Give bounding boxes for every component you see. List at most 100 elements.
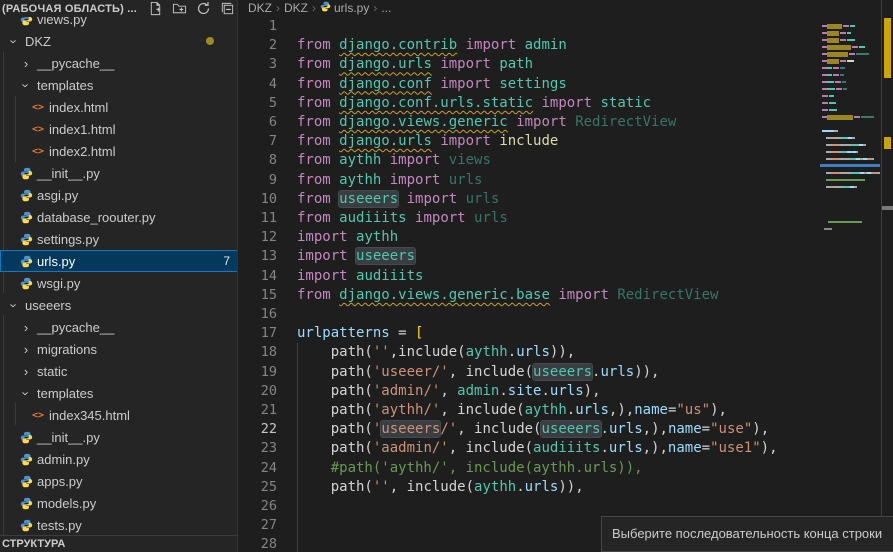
tree-item-index2-html[interactable]: <>index2.html xyxy=(0,140,238,162)
minimap-active-line xyxy=(820,164,880,167)
python-file-icon xyxy=(18,167,34,180)
breadcrumb-label: ... xyxy=(381,1,391,15)
chevron-right-icon: › xyxy=(18,56,34,71)
tree-item--pycache-[interactable]: ›__pycache__ xyxy=(0,316,238,338)
code-text: from aythh import urls xyxy=(297,171,482,190)
tree-item-label: index.html xyxy=(49,100,108,115)
code-line-7[interactable]: 7from django.urls import include xyxy=(239,132,820,151)
outline-label: СТРУКТУРА xyxy=(2,538,65,550)
code-line-4[interactable]: 4from django.conf import settings xyxy=(239,75,820,94)
code-line-5[interactable]: 5from django.conf.urls.static import sta… xyxy=(239,94,820,113)
tree-item-database-roouter-py[interactable]: database_roouter.py xyxy=(0,206,238,228)
line-number: 8 xyxy=(239,151,277,170)
tree-item-useeers[interactable]: ›useeers xyxy=(0,294,238,316)
breadcrumb-item[interactable]: DKZ xyxy=(284,1,308,15)
tree-item-tests-py[interactable]: tests.py xyxy=(0,514,238,536)
minimap-line xyxy=(822,107,880,114)
breadcrumb-label: DKZ xyxy=(248,1,272,15)
tree-item-templates[interactable]: ›templates xyxy=(0,382,238,404)
line-number: 9 xyxy=(239,171,277,190)
explorer-section-header: (РАБОЧАЯ ОБЛАСТЬ) ... xyxy=(0,0,238,17)
line-number: 19 xyxy=(239,363,277,382)
minimap-line xyxy=(822,177,880,184)
breadcrumb-item[interactable]: urls.py xyxy=(320,1,369,15)
code-line-15[interactable]: 15from django.views.generic.base import … xyxy=(239,286,820,305)
code-text: from django.urls import path xyxy=(297,55,533,74)
minimap-line xyxy=(822,44,880,51)
code-text: path('useeer/', include(useeers.urls)), xyxy=(297,363,660,382)
tree-item-label: templates xyxy=(37,386,93,401)
code-text: from useeers import urls xyxy=(297,190,499,209)
code-line-1[interactable]: 1 xyxy=(239,17,820,36)
minimap-line xyxy=(822,30,880,37)
tree-item--init-py[interactable]: __init__.py xyxy=(0,162,238,184)
code-line-8[interactable]: 8from aythh import views xyxy=(239,151,820,170)
line-number: 16 xyxy=(239,305,277,324)
code-text: path('aadmin/', include(audiiits.urls,),… xyxy=(297,439,778,458)
code-line-9[interactable]: 9 from aythh import urls xyxy=(239,171,820,190)
tree-item-label: models.py xyxy=(37,496,96,511)
code-line-13[interactable]: 13import useeers xyxy=(239,247,820,266)
code-line-25[interactable]: 25 path('', include(aythh.urls)), xyxy=(239,478,820,497)
python-file-icon xyxy=(18,189,34,202)
code-line-2[interactable]: 2from django.contrib import admin xyxy=(239,36,820,55)
tree-item--pycache-[interactable]: ›__pycache__ xyxy=(0,52,238,74)
code-line-17[interactable]: 17urlpatterns = [ xyxy=(239,324,820,343)
code-line-6[interactable]: 6from django.views.generic import Redire… xyxy=(239,113,820,132)
code-line-10[interactable]: 10from useeers import urls xyxy=(239,190,820,209)
code-text: path('useeers/', include(useeers.urls,),… xyxy=(297,420,769,439)
code-line-11[interactable]: 11from audiiits import urls xyxy=(239,209,820,228)
code-line-26[interactable]: 26 xyxy=(239,497,820,516)
python-file-icon xyxy=(18,277,34,290)
breadcrumb-item[interactable]: ... xyxy=(381,1,391,15)
tree-item-label: templates xyxy=(37,78,93,93)
code-line-21[interactable]: 21 path('aythh/', include(aythh.urls,),n… xyxy=(239,401,820,420)
tree-item-label: index2.html xyxy=(49,144,115,159)
tree-item-templates[interactable]: ›templates xyxy=(0,74,238,96)
line-number: 17 xyxy=(239,324,277,343)
tree-item-asgi-py[interactable]: asgi.py xyxy=(0,184,238,206)
tree-item-urls-py[interactable]: urls.py7 xyxy=(0,250,238,272)
collapse-all-icon[interactable] xyxy=(219,1,236,17)
chevron-down-icon: › xyxy=(19,385,34,401)
tree-item-apps-py[interactable]: apps.py xyxy=(0,470,238,492)
outline-section-header[interactable]: СТРУКТУРА xyxy=(0,535,238,552)
minimap-line xyxy=(822,156,880,163)
tree-item-index1-html[interactable]: <>index1.html xyxy=(0,118,238,140)
tree-item-label: __init__.py xyxy=(37,430,100,445)
new-folder-icon[interactable] xyxy=(171,1,188,17)
new-file-icon[interactable] xyxy=(147,1,164,17)
code-area[interactable]: 12from django.contrib import admin3from … xyxy=(239,17,820,552)
code-line-23[interactable]: 23 path('aadmin/', include(audiiits.urls… xyxy=(239,439,820,458)
tree-item-index345-html[interactable]: <>index345.html xyxy=(0,404,238,426)
tree-item-settings-py[interactable]: settings.py xyxy=(0,228,238,250)
overview-ruler[interactable] xyxy=(882,0,893,552)
tree-item--init-py[interactable]: __init__.py xyxy=(0,426,238,448)
tree-item-label: tests.py xyxy=(37,518,82,533)
tree-item-dkz[interactable]: ›DKZ xyxy=(0,30,238,52)
code-line-24[interactable]: 24 #path('aythh/', include(aythh.urls)), xyxy=(239,459,820,478)
code-line-14[interactable]: 14import audiiits xyxy=(239,267,820,286)
tree-item-migrations[interactable]: ›migrations xyxy=(0,338,238,360)
code-line-19[interactable]: 19 path('useeer/', include(useeers.urls)… xyxy=(239,363,820,382)
code-line-3[interactable]: 3from django.urls import path xyxy=(239,55,820,74)
code-line-22[interactable]: 22 path('useeers/', include(useeers.urls… xyxy=(239,420,820,439)
tree-item-wsgi-py[interactable]: wsgi.py xyxy=(0,272,238,294)
code-text: from django.conf import settings xyxy=(297,75,567,94)
tree-item-label: settings.py xyxy=(37,232,99,247)
tree-item-admin-py[interactable]: admin.py xyxy=(0,448,238,470)
tree-item-label: useeers xyxy=(25,298,71,313)
tree-item-label: DKZ xyxy=(25,34,51,49)
tree-item-index-html[interactable]: <>index.html xyxy=(0,96,238,118)
code-line-20[interactable]: 20 path('admin/', admin.site.urls), xyxy=(239,382,820,401)
code-line-16[interactable]: 16 xyxy=(239,305,820,324)
code-line-18[interactable]: 18 path('',include(aythh.urls)), xyxy=(239,343,820,362)
line-number: 28 xyxy=(239,535,277,552)
tree-item-models-py[interactable]: models.py xyxy=(0,492,238,514)
tree-item-static[interactable]: ›static xyxy=(0,360,238,382)
html-file-icon: <> xyxy=(30,410,46,421)
refresh-icon[interactable] xyxy=(195,1,212,17)
minimap[interactable] xyxy=(820,16,880,552)
code-line-12[interactable]: 12import aythh xyxy=(239,228,820,247)
breadcrumb-item[interactable]: DKZ xyxy=(248,1,272,15)
